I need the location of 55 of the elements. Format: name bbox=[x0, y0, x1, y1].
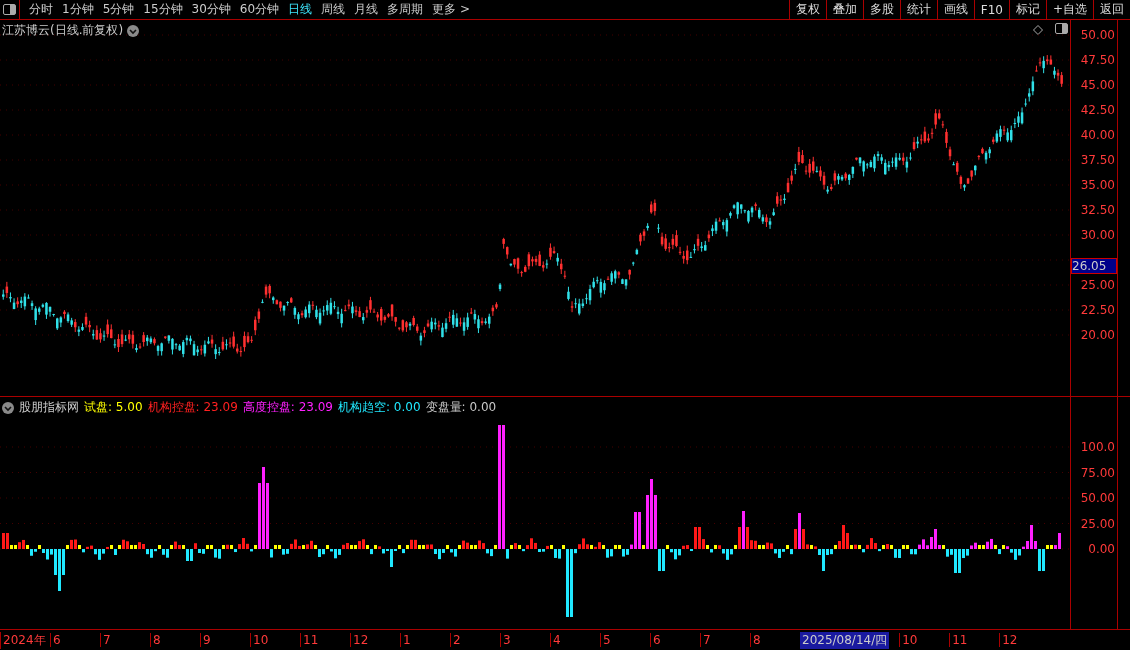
price-tick-label: 32.50 bbox=[1080, 203, 1115, 217]
price-tick-label: 25.00 bbox=[1080, 278, 1115, 292]
time-axis-label: 6 bbox=[50, 633, 100, 647]
period-tab[interactable]: 更多 > bbox=[432, 1, 470, 18]
indicator-tick-label: 75.00 bbox=[1080, 465, 1115, 480]
time-axis-label: 11 bbox=[300, 633, 350, 647]
current-price-tag: 26.05 bbox=[1071, 258, 1117, 274]
price-tick-label: 42.50 bbox=[1080, 103, 1115, 117]
price-tick-label: 45.00 bbox=[1080, 78, 1115, 92]
time-axis-label: 11 bbox=[949, 633, 1000, 647]
price-tick-label: 40.00 bbox=[1080, 128, 1115, 142]
price-tick-label: 50.00 bbox=[1080, 28, 1115, 42]
price-tick-label: 22.50 bbox=[1080, 303, 1115, 317]
time-axis-label: 10 bbox=[899, 633, 950, 647]
period-tab[interactable]: 多周期 bbox=[387, 1, 424, 18]
indicator-tick-label: 100.0 bbox=[1080, 440, 1115, 454]
time-axis-label: 9 bbox=[200, 633, 250, 647]
period-tab[interactable]: 30分钟 bbox=[191, 1, 231, 18]
period-tab[interactable]: 日线 bbox=[288, 1, 313, 18]
time-axis-label: 2024年 bbox=[0, 631, 50, 649]
stock-title: 江苏博云(日线.前复权) bbox=[2, 22, 124, 39]
time-axis-label: 4 bbox=[550, 633, 600, 647]
period-tab[interactable]: 5分钟 bbox=[102, 1, 135, 18]
time-axis-label: 8 bbox=[150, 633, 200, 647]
time-axis-label: 5 bbox=[600, 633, 650, 647]
indicator-value: 高度控盘: 23.09 bbox=[242, 399, 333, 416]
period-tab[interactable]: 1分钟 bbox=[62, 1, 94, 18]
price-tick-label: 20.00 bbox=[1080, 328, 1115, 342]
indicator-value: 变盘量: 0.00 bbox=[425, 399, 497, 416]
indicator-tick-label: 0.00 bbox=[1088, 542, 1115, 556]
period-tab[interactable]: 月线 bbox=[354, 1, 379, 18]
time-axis-label: 12 bbox=[350, 633, 400, 647]
price-tick-label: 47.50 bbox=[1080, 53, 1115, 67]
crosshair-date-label: 2025/08/14/四 bbox=[800, 631, 890, 649]
indicator-value: 试盘: 5.00 bbox=[84, 399, 143, 416]
time-axis-label: 7 bbox=[100, 633, 150, 647]
time-axis-label: 3 bbox=[500, 633, 550, 647]
price-tick-label: 30.00 bbox=[1080, 228, 1115, 242]
time-axis-label: 7 bbox=[700, 633, 750, 647]
time-axis-label: 1 bbox=[400, 633, 450, 647]
indicator-name: 股朋指标网 bbox=[19, 399, 79, 416]
time-axis-label: 12 bbox=[999, 633, 1050, 647]
time-axis-label: 6 bbox=[650, 633, 700, 647]
indicator-tick-label: 25.00 bbox=[1080, 516, 1115, 531]
period-tab[interactable]: 15分钟 bbox=[143, 1, 183, 18]
price-tick-label: 37.50 bbox=[1080, 153, 1115, 167]
price-tick-label: 35.00 bbox=[1080, 178, 1115, 192]
period-tab[interactable]: 周线 bbox=[321, 1, 346, 18]
indicator-value: 机构趋空: 0.00 bbox=[338, 399, 421, 416]
time-axis-label: 10 bbox=[250, 633, 300, 647]
indicator-tick-label: 50.00 bbox=[1080, 491, 1115, 505]
indicator-value: 机构控盘: 23.09 bbox=[147, 399, 238, 416]
period-tab[interactable]: 60分钟 bbox=[239, 1, 280, 18]
period-tab[interactable]: 分时 bbox=[29, 1, 53, 18]
time-axis-label: 2 bbox=[450, 633, 500, 647]
